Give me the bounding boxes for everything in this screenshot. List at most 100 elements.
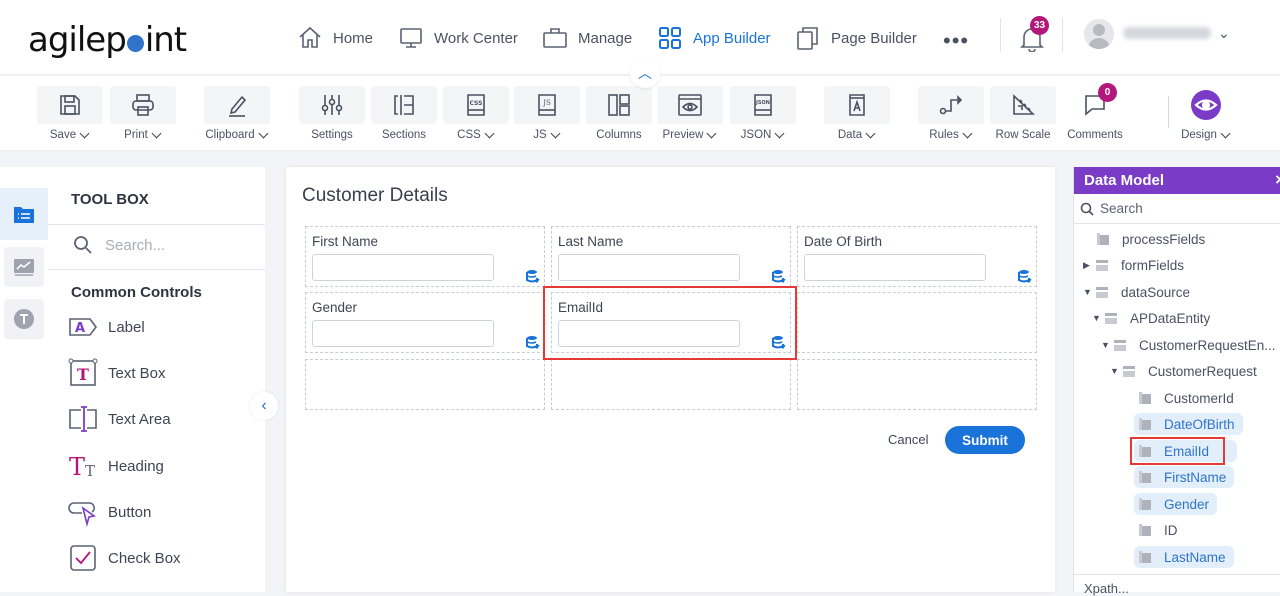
submit-button[interactable]: Submit <box>945 426 1025 454</box>
collapse-triangle-icon[interactable]: ▼ <box>1092 313 1104 323</box>
user-avatar[interactable] <box>1084 19 1114 49</box>
tree-node-process-fields[interactable]: processFields <box>1096 228 1205 250</box>
nav-app-builder[interactable]: App Builder <box>657 24 771 52</box>
toolbox-item-heading[interactable]: TT Heading <box>68 451 164 481</box>
field-icon <box>1097 233 1109 245</box>
toolbar-row-scale[interactable]: Row Scale <box>990 86 1056 141</box>
nav-work-center[interactable]: Work Center <box>398 24 518 52</box>
form-cell-first-name[interactable]: First Name <box>305 226 545 287</box>
toolbox-item-text-box[interactable]: T Text Box <box>68 358 166 388</box>
toolbar-comments-label: Comments <box>1067 129 1123 141</box>
tree-node-last-name[interactable]: LastName <box>1134 546 1234 568</box>
toolbar-comments[interactable]: 0 Comments <box>1062 83 1128 141</box>
chevron-up-icon: ︿ <box>638 65 652 81</box>
last-name-input[interactable] <box>558 254 740 281</box>
tree-node-id[interactable]: ID <box>1134 519 1186 541</box>
nav-app-builder-label: App Builder <box>693 29 771 47</box>
rail-theme-button[interactable] <box>4 299 44 339</box>
collapse-triangle-icon[interactable]: ▼ <box>1101 340 1113 350</box>
tree-node-label: CustomerRequestEn... <box>1139 337 1276 353</box>
toolbar-save-label: Save <box>49 129 77 141</box>
folder-list-icon <box>14 207 34 223</box>
collapse-toolbox-button[interactable]: ‹ <box>250 392 278 420</box>
chevron-down-icon <box>707 128 717 138</box>
tree-node-customer-request[interactable]: ▼ CustomerRequest <box>1110 360 1257 382</box>
toolbar-preview[interactable]: Preview <box>657 86 723 141</box>
toolbar-settings[interactable]: Settings <box>299 86 365 141</box>
tree-node-customer-request-entity[interactable]: ▼ CustomerRequestEn... <box>1101 334 1276 356</box>
gender-input[interactable] <box>312 320 494 347</box>
toolbar-design[interactable]: Design <box>1173 86 1239 141</box>
toolbox-search[interactable]: Search... <box>73 235 165 255</box>
sections-icon <box>394 95 414 115</box>
nav-home[interactable]: Home <box>297 24 373 52</box>
text-circle-icon <box>14 309 34 329</box>
toolbox-item-check-box[interactable]: Check Box <box>68 543 181 573</box>
collapse-triangle-icon[interactable]: ▼ <box>1083 287 1095 297</box>
field-label: First Name <box>312 234 379 249</box>
toolbar-json-label: JSON <box>740 129 772 141</box>
date-of-birth-input[interactable] <box>804 254 986 281</box>
collapse-header-button[interactable]: ︿ <box>630 58 660 88</box>
tree-node-date-of-birth[interactable]: DateOfBirth <box>1134 413 1243 435</box>
collapse-triangle-icon[interactable]: ▼ <box>1110 366 1122 376</box>
toolbox-item-button-text: Button <box>108 503 152 521</box>
cancel-button[interactable]: Cancel <box>888 432 928 447</box>
tree-node-label: CustomerId <box>1164 390 1234 406</box>
rail-toolbox-button[interactable] <box>0 188 48 240</box>
nav-divider <box>1000 18 1001 52</box>
toolbar-sections[interactable]: Sections <box>371 86 437 141</box>
toolbar-clipboard[interactable]: Clipboard <box>204 86 270 141</box>
toolbar-columns[interactable]: Columns <box>586 86 652 141</box>
eye-icon <box>1194 99 1218 111</box>
toolbar-rules[interactable]: Rules <box>918 86 984 141</box>
xpath-input[interactable]: Xpath... <box>1084 581 1129 596</box>
chevron-down-icon <box>962 128 973 138</box>
rail-analytics-button[interactable] <box>4 247 44 287</box>
more-menu-icon[interactable]: ••• <box>943 28 969 54</box>
agilepoint-logo[interactable]: agilep int <box>28 20 187 60</box>
toolbar-json[interactable]: JSON JSON <box>730 86 796 141</box>
form-cell-empty[interactable] <box>797 359 1037 410</box>
user-name-blurred[interactable] <box>1123 27 1211 39</box>
toolbar-save[interactable]: Save <box>37 86 103 141</box>
form-cell-empty[interactable] <box>797 292 1037 353</box>
close-icon[interactable]: × <box>1275 170 1280 190</box>
toolbar-print[interactable]: Print <box>110 86 176 141</box>
tree-node-ap-data-entity[interactable]: ▼ APDataEntity <box>1092 307 1210 329</box>
form-cell-empty[interactable] <box>551 359 791 410</box>
chevron-down-icon <box>865 128 876 138</box>
nav-page-builder[interactable]: Page Builder <box>795 24 917 52</box>
data-model-search[interactable]: Search <box>1074 194 1280 224</box>
tree-node-customer-id[interactable]: CustomerId <box>1134 387 1242 409</box>
form-cell-last-name[interactable]: Last Name <box>551 226 791 287</box>
field-label: Date Of Birth <box>804 234 883 249</box>
tree-node-gender[interactable]: Gender <box>1134 493 1218 515</box>
toolbar-js-label: JS <box>533 129 547 141</box>
toolbar-css[interactable]: CSS CSS <box>443 86 509 141</box>
toolbox-group-title: Common Controls <box>71 284 202 301</box>
tree-node-first-name[interactable]: FirstName <box>1134 466 1235 488</box>
search-icon <box>74 236 92 254</box>
nav-manage-label: Manage <box>578 29 633 47</box>
expand-triangle-icon[interactable]: ▶ <box>1083 260 1095 271</box>
user-menu-chevron-icon[interactable]: ⌄ <box>1218 25 1230 42</box>
form-cell-empty[interactable] <box>305 359 545 410</box>
data-model-search-input[interactable]: Search <box>1100 201 1143 216</box>
toolbox-item-label[interactable]: A Label <box>68 312 145 342</box>
form-cell-gender[interactable]: Gender <box>305 292 545 353</box>
search-icon <box>1080 202 1094 216</box>
toolbar-data[interactable]: Data <box>824 86 890 141</box>
nav-manage[interactable]: Manage <box>542 24 632 52</box>
first-name-input[interactable] <box>312 254 494 281</box>
textarea-control-icon <box>69 406 97 432</box>
toolbar-js[interactable]: JS JS <box>514 86 580 141</box>
checkbox-control-icon <box>70 545 96 571</box>
notifications-button[interactable]: 33 <box>1019 16 1049 53</box>
toolbox-item-text-area[interactable]: Text Area <box>68 404 171 434</box>
form-cell-date-of-birth[interactable]: Date Of Birth <box>797 226 1037 287</box>
tree-node-form-fields[interactable]: ▶ formFields <box>1083 254 1184 276</box>
tree-node-data-source[interactable]: ▼ dataSource <box>1083 281 1190 303</box>
toolbox-search-input[interactable]: Search... <box>105 237 165 254</box>
toolbox-item-button[interactable]: Button <box>68 497 151 527</box>
